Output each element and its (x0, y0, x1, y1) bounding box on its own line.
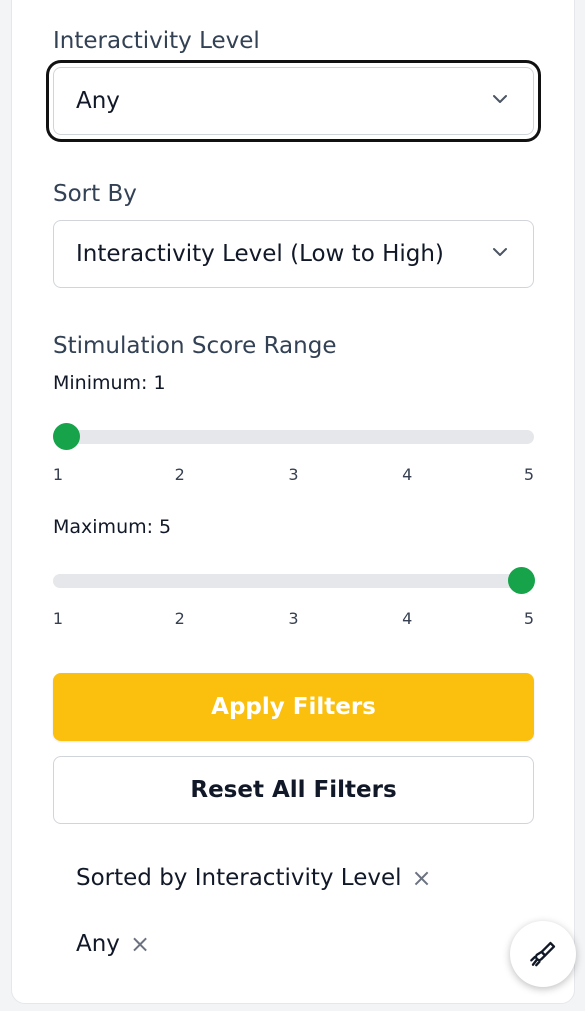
paintbrush-icon (530, 941, 556, 967)
maximum-slider[interactable] (53, 567, 535, 594)
maximum-value: 5 (159, 516, 172, 538)
maximum-slider-ticks: 1 2 3 4 5 (53, 609, 534, 629)
slider-tick-label: 2 (174, 609, 185, 628)
minimum-value: 1 (153, 372, 166, 394)
interactivity-level-select[interactable]: Any (53, 67, 534, 135)
slider-tick-label: 1 (52, 609, 64, 628)
slider-tick-label: 4 (402, 465, 413, 484)
sort-by-label: Sort By (53, 181, 137, 207)
minimum-slider[interactable] (52, 423, 534, 450)
customize-fab-button[interactable] (510, 921, 576, 987)
minimum-slider-ticks: 1 2 3 4 5 (53, 465, 534, 485)
slider-tick-label: 5 (523, 609, 535, 628)
minimum-label-text: Minimum: (53, 372, 148, 394)
stimulation-score-label: Stimulation Score Range (53, 333, 337, 359)
reset-all-filters-button[interactable]: Reset All Filters (53, 756, 534, 824)
slider-tick-label: 5 (523, 465, 535, 484)
active-filter-chip: Any × (76, 930, 150, 958)
interactivity-level-label: Interactivity Level (53, 28, 260, 54)
slider-tick-label: 2 (174, 465, 185, 484)
slider-tick-label: 4 (402, 609, 413, 628)
sort-by-value: Interactivity Level (Low to High) (76, 241, 444, 267)
apply-filters-button[interactable]: Apply Filters (53, 673, 534, 741)
interactivity-level-value: Any (76, 88, 120, 114)
active-filter-label: Any (76, 931, 120, 957)
slider-tick-label: 3 (288, 465, 299, 484)
minimum-slider-thumb[interactable] (52, 423, 80, 450)
chevron-down-icon (493, 248, 507, 256)
active-filter-label: Sorted by Interactivity Level (76, 865, 402, 891)
minimum-label: Minimum: 1 (53, 374, 166, 393)
active-filter-chip: Sorted by Interactivity Level × (76, 864, 432, 892)
sort-by-select[interactable]: Interactivity Level (Low to High) (53, 220, 534, 288)
remove-filter-icon[interactable]: × (412, 864, 432, 892)
slider-tick-label: 3 (288, 609, 299, 628)
maximum-label-text: Maximum: (53, 516, 154, 538)
filter-panel (11, 0, 575, 1004)
chevron-down-icon (493, 95, 507, 103)
remove-filter-icon[interactable]: × (130, 930, 150, 958)
maximum-slider-thumb[interactable] (507, 567, 535, 594)
maximum-label: Maximum: 5 (53, 518, 171, 537)
slider-tick-label: 1 (52, 465, 64, 484)
